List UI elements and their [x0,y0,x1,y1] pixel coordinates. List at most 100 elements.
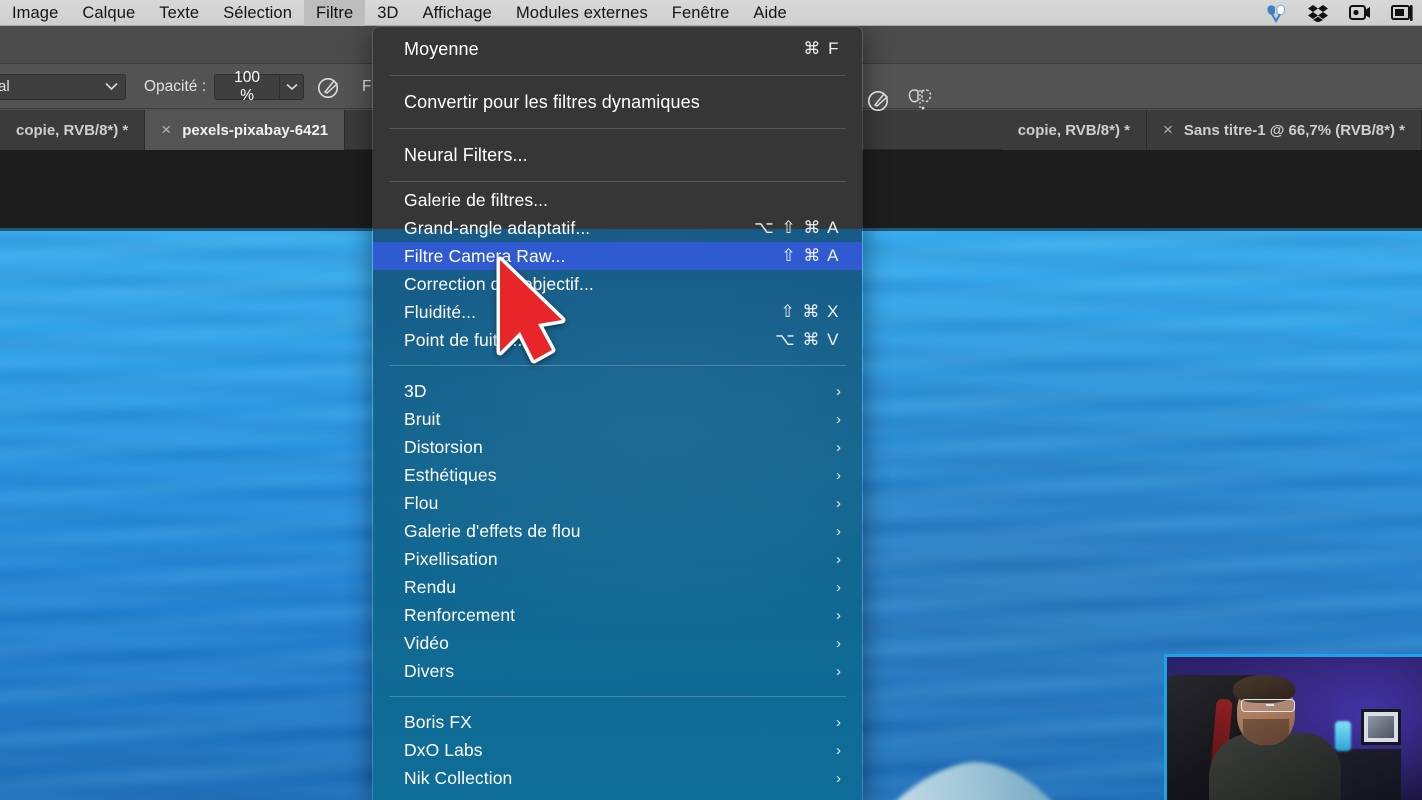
menu-item-flou[interactable]: Flou › [373,489,862,517]
menu-item-label: Flou [404,492,439,513]
menu-gap [373,370,862,377]
menu-item-label: Vidéo [404,632,449,653]
opacity-chevron-down-icon[interactable] [279,74,303,99]
menu-item-label: DxO Labs [404,739,483,760]
tab-label: Sans titre-1 @ 66,7% (RVB/8*) * [1183,121,1405,139]
menu-item-vid-o[interactable]: Vidéo › [373,629,862,657]
menu-item-on1[interactable]: ON1› [373,792,862,800]
menu-item-galerie-de-filtres[interactable]: Galerie de filtres... [373,186,862,214]
tab-label: copie, RVB/8*) * [16,121,129,139]
menubar-item-modules-externes[interactable]: Modules externes [504,0,660,26]
menu-item-label: Renforcement [404,604,516,625]
chevron-right-icon: › [836,550,841,568]
butterfly-symmetry-icon[interactable] [906,87,934,118]
chevron-right-icon: › [836,769,841,787]
menu-item-label: Esthétiques [404,464,497,485]
filter-menu-popup[interactable]: Moyenne ⌘ F Convertir pour les filtres dyn… [372,26,863,800]
menu-item-correction-de-l-objectif[interactable]: Correction de l'objectif... [373,270,862,298]
menu-item-nik-collection[interactable]: Nik Collection › [373,764,862,792]
menu-item-boris-fx[interactable]: Boris FX › [373,708,862,736]
menu-item-fluidit[interactable]: Fluidité... ⇧ ⌘ X [373,298,862,326]
close-icon[interactable]: × [1163,120,1173,140]
menu-gap [373,685,862,692]
webcam-picture-frame-inner [1368,716,1394,738]
menu-item-label: Bruit [404,408,441,429]
tab-label: copie, RVB/8*) * [1017,121,1130,139]
menubar-item-affichage[interactable]: Affichage [411,0,504,26]
chevron-right-icon: › [836,634,841,652]
chevron-right-icon: › [836,466,841,484]
chevron-right-icon: › [836,713,841,731]
menu-item-label: ON1 [404,796,836,800]
menu-item-rendu[interactable]: Rendu › [373,573,862,601]
menu-item-bruit[interactable]: Bruit › [373,405,862,433]
menu-item-distorsion[interactable]: Distorsion › [373,433,862,461]
menu-item-label: Convertir pour les filtres dynamiques [404,91,700,112]
menu-item-convertir-pour-les-filtres-dynamiques[interactable]: Convertir pour les filtres dynamiques [373,80,862,124]
menubar-item-calque[interactable]: Calque [70,0,147,26]
menu-item-label: Fluidité... [404,301,477,322]
menu-item-dxo-labs[interactable]: DxO Labs › [373,736,862,764]
chevron-right-icon: › [836,522,841,540]
menu-item-shortcut: ⌘ F [803,39,840,58]
close-icon[interactable]: × [161,120,171,140]
menu-item-pixellisation[interactable]: Pixellisation › [373,545,862,573]
menubar-item-filtre[interactable]: Filtre [303,0,366,26]
chevron-right-icon: › [836,741,841,759]
display-icon[interactable] [1390,2,1414,24]
document-tab-active[interactable]: × pexels-pixabay-6421 [145,110,346,150]
menu-item-renforcement[interactable]: Renforcement › [373,601,862,629]
airbrush-icon[interactable] [866,87,892,118]
menu-item-esth-tiques[interactable]: Esthétiques › [373,461,862,489]
menu-separator [389,365,846,366]
bartender-butterfly-icon[interactable] [1264,2,1288,24]
menu-item-galerie-d-effets-de-flou[interactable]: Galerie d'effets de flou › [373,517,862,545]
menu-item-shortcut: ⌥ ⌘ V [775,330,840,349]
webcam-shelf [1333,749,1401,800]
menu-item-label: Galerie de filtres... [404,189,549,210]
menubar-item-s-lection[interactable]: Sélection [211,0,304,26]
blend-mode-select[interactable]: al [0,73,126,100]
menu-item-label: Grand-angle adaptatif... [404,217,591,238]
chevron-down-icon [105,82,118,91]
menu-item-shortcut: ⇧ ⌘ X [780,302,840,321]
document-tab[interactable]: × Sans titre-1 @ 66,7% (RVB/8*) * [1146,110,1422,150]
macos-menubar-items: Image Calque Texte Sélection Filtre 3D Afficha… [0,0,799,26]
tab-label: pexels-pixabay-6421 [182,121,329,139]
document-tab[interactable]: copie, RVB/8*) * [1001,110,1147,150]
menu-item-label: Pixellisation [404,548,498,569]
chevron-right-icon: › [836,662,841,680]
menu-item-filtre-camera-raw[interactable]: Filtre Camera Raw... ⇧ ⌘ A [373,242,862,270]
flow-label: F [362,77,372,95]
menubar-item-fen-tre[interactable]: Fenêtre [660,0,742,26]
blend-mode-value: al [0,78,10,95]
menu-item-point-de-fuite[interactable]: Point de fuite... ⌥ ⌘ V [373,326,862,354]
menubar-item-image[interactable]: Image [0,0,70,26]
menu-item-divers[interactable]: Divers › [373,657,862,685]
macos-menubar-tray [1264,0,1422,26]
chevron-right-icon: › [836,578,841,596]
dropbox-icon[interactable] [1306,2,1330,24]
menu-item-moyenne[interactable]: Moyenne ⌘ F [373,27,862,71]
screen-recorder-icon[interactable] [1348,2,1372,24]
menu-item-label: Point de fuite... [404,329,523,350]
chevron-right-icon: › [836,410,841,428]
menubar-item-texte[interactable]: Texte [147,0,211,26]
menu-item-3d[interactable]: 3D › [373,377,862,405]
opacity-stepper[interactable]: 100 % [214,69,305,104]
opacity-label: Opacité : [144,77,207,95]
menu-separator [389,696,846,697]
menu-gap [373,354,862,361]
macos-menubar: Image Calque Texte Sélection Filtre 3D Afficha… [0,0,1422,26]
airbrush-icon[interactable] [316,70,342,104]
menu-separator [389,128,846,129]
menu-item-label: Boris FX [404,711,472,732]
menu-item-label: Rendu [404,576,457,597]
menu-item-neural-filters[interactable]: Neural Filters... [373,133,862,177]
menu-item-shortcut: ⌥ ⇧ ⌘ A [754,218,840,237]
menubar-item-3d[interactable]: 3D [365,0,410,26]
opacity-value: 100 % [234,68,261,104]
menubar-item-aide[interactable]: Aide [741,0,798,26]
menu-item-grand-angle-adaptatif[interactable]: Grand-angle adaptatif... ⌥ ⇧ ⌘ A [373,214,862,242]
document-tab[interactable]: copie, RVB/8*) * [0,110,146,150]
